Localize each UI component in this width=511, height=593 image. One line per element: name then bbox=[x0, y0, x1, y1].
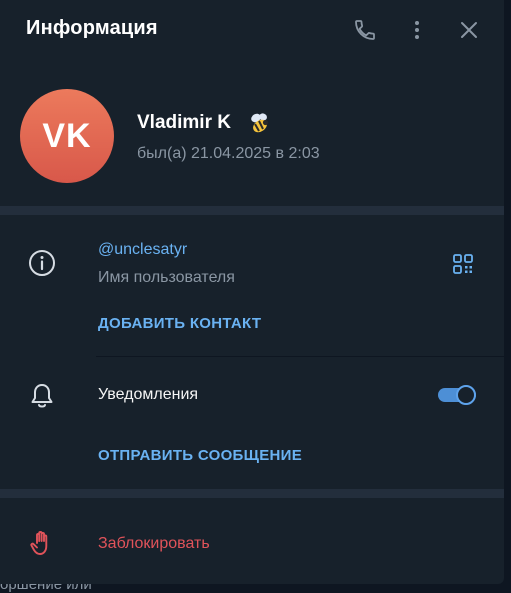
call-button[interactable] bbox=[351, 16, 379, 44]
username-label: Имя пользователя bbox=[98, 269, 235, 286]
bell-icon bbox=[31, 384, 53, 408]
avatar[interactable]: VK bbox=[20, 89, 114, 183]
avatar-initials: VK bbox=[42, 116, 92, 155]
profile-name: Vladimir K bbox=[137, 112, 231, 133]
bee-icon bbox=[251, 113, 269, 133]
notifications-label: Уведомления bbox=[98, 386, 199, 403]
toggle-knob bbox=[456, 385, 476, 405]
row-divider bbox=[96, 356, 504, 357]
user-info-panel: Информация VK Vladimir K был(а) 21.04.20… bbox=[0, 0, 504, 584]
close-button[interactable] bbox=[455, 16, 483, 44]
notifications-toggle[interactable] bbox=[438, 385, 476, 405]
phone-icon bbox=[355, 20, 375, 40]
block-icon-wrap bbox=[27, 528, 57, 558]
stop-hand-icon bbox=[30, 531, 48, 555]
section-separator bbox=[0, 206, 504, 215]
add-contact-button[interactable]: ДОБАВИТЬ КОНТАКТ bbox=[98, 315, 261, 332]
more-button[interactable] bbox=[403, 16, 431, 44]
send-message-button[interactable]: ОТПРАВИТЬ СООБЩЕНИЕ bbox=[98, 447, 302, 464]
username-value[interactable]: @unclesatyr bbox=[98, 241, 187, 259]
section-separator bbox=[0, 489, 504, 498]
info-icon bbox=[29, 250, 55, 276]
bell-icon-wrap bbox=[27, 381, 57, 411]
profile-section: VK Vladimir K был(а) 21.04.2025 в 2:03 bbox=[0, 62, 504, 206]
info-icon-wrap bbox=[27, 248, 57, 278]
block-user-button[interactable]: Заблокировать bbox=[98, 535, 210, 553]
panel-title: Информация bbox=[26, 17, 158, 39]
close-icon bbox=[461, 22, 477, 38]
panel-header: Информация bbox=[0, 0, 504, 62]
qr-code-icon bbox=[453, 254, 473, 274]
last-seen-status: был(а) 21.04.2025 в 2:03 bbox=[137, 145, 320, 162]
more-vertical-icon bbox=[415, 21, 419, 39]
qr-code-button[interactable] bbox=[448, 249, 478, 279]
